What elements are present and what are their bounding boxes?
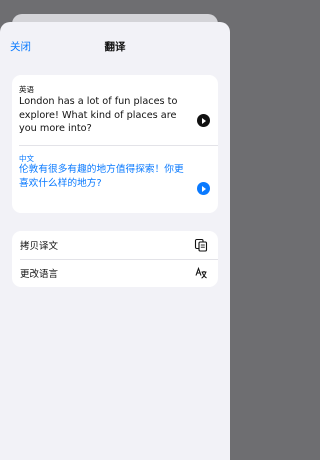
copy-translation-label: 拷贝译文	[20, 241, 59, 252]
play-source-button[interactable]	[197, 114, 210, 127]
actions-card: 拷贝译文 更改语言	[12, 231, 218, 287]
play-translation-button[interactable]	[197, 182, 210, 195]
translation-card: 英语 London has a lot of fun places to exp…	[12, 75, 218, 213]
change-language-label: 更改语言	[20, 269, 59, 280]
divider	[19, 145, 218, 146]
translate-sheet: 关闭 翻译 英语 London has a lot of fun places …	[0, 22, 230, 460]
source-language-label: 英语	[19, 85, 34, 94]
nav-bar: 关闭 翻译	[0, 22, 230, 70]
source-text: London has a lot of fun places to explor…	[19, 96, 178, 134]
change-language-button[interactable]: 更改语言	[12, 259, 218, 287]
copy-translation-button[interactable]: 拷贝译文	[12, 231, 218, 259]
page-title: 翻译	[104, 41, 126, 53]
copy-icon	[194, 238, 208, 252]
translate-icon	[195, 266, 207, 279]
translated-text: 伦敦有很多有趣的地方值得探索！你更喜欢什么样的地方?	[19, 164, 184, 189]
